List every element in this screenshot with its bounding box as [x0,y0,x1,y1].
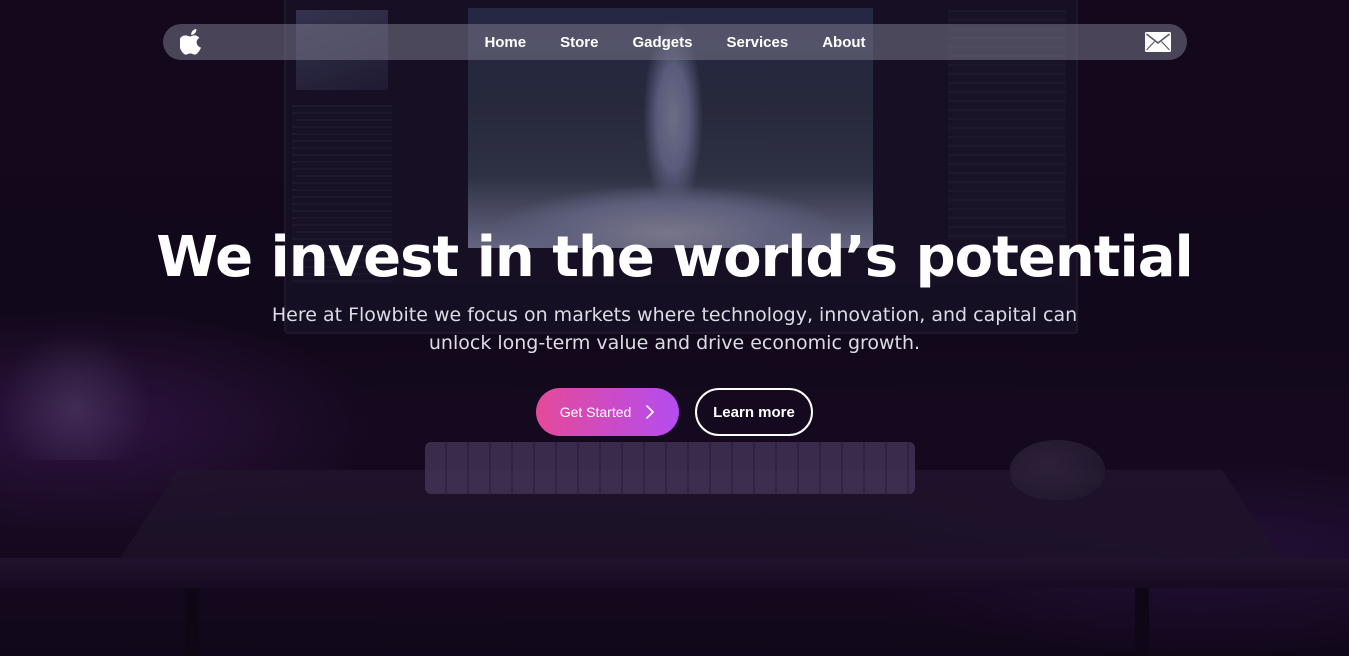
nav-links: Home Store Gadgets Services About [163,24,1187,60]
hero-headline: We invest in the world’s potential [156,225,1193,290]
hero-subtext: Here at Flowbite we focus on markets whe… [271,304,1078,354]
get-started-label: Get Started [559,404,632,420]
apple-icon[interactable] [178,29,204,55]
learn-more-button[interactable]: Learn more [695,388,813,436]
get-started-button[interactable]: Get Started [536,388,679,436]
hero-section: Home Store Gadgets Services About We inv… [0,0,1349,656]
envelope-icon[interactable] [1145,32,1171,52]
chevron-right-icon [646,405,655,419]
nav-link-store[interactable]: Store [543,34,615,51]
nav-link-about[interactable]: About [805,34,882,51]
navbar: Home Store Gadgets Services About [163,24,1187,60]
nav-link-services[interactable]: Services [709,34,805,51]
nav-link-home[interactable]: Home [467,34,543,51]
nav-link-gadgets[interactable]: Gadgets [615,34,709,51]
